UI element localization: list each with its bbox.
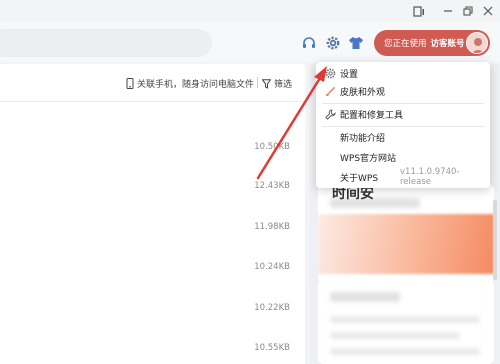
title-bar xyxy=(0,0,500,22)
account-status-label: 您正在使用 xyxy=(384,39,427,49)
file-size: 10.22KB xyxy=(254,303,290,313)
filter-label: 筛选 xyxy=(274,80,293,90)
skin-shirt-icon[interactable] xyxy=(347,34,365,52)
menu-item-official-site[interactable]: WPS官方网站 xyxy=(316,148,490,166)
minimize-button[interactable] xyxy=(440,3,456,19)
menu-item-skin[interactable]: 皮肤和外观 xyxy=(316,82,490,100)
filter-icon xyxy=(262,78,271,89)
phone-icon xyxy=(126,78,134,89)
wrench-icon xyxy=(324,108,336,120)
menu-item-label: WPS官方网站 xyxy=(340,153,397,164)
gear-icon[interactable] xyxy=(324,34,342,52)
headset-icon[interactable] xyxy=(300,34,318,52)
filter-button[interactable]: 筛选 xyxy=(262,77,292,90)
info-line-blur xyxy=(330,348,480,355)
info-title-blur xyxy=(330,292,400,302)
link-phone-label: 关联手机，随身访问电脑文件 xyxy=(137,80,255,90)
account-type-label: 访客账号 xyxy=(430,39,465,49)
link-phone-button[interactable]: 关联手机，随身访问电脑文件 xyxy=(126,77,254,90)
file-size: 12.43KB xyxy=(254,181,290,191)
menu-item-repair-tools[interactable]: 配置和修复工具 xyxy=(316,105,490,123)
menu-item-about[interactable]: 关于WPS v11.1.0.9740-release xyxy=(316,167,490,187)
menu-item-label: 皮肤和外观 xyxy=(340,87,386,98)
menu-item-label: 关于WPS xyxy=(340,173,379,184)
gear-icon xyxy=(324,67,336,79)
scrollbar[interactable] xyxy=(493,200,497,280)
search-input[interactable] xyxy=(0,29,212,57)
version-label: v11.1.0.9740-release xyxy=(400,167,460,187)
file-size: 10.24KB xyxy=(254,262,290,272)
toolbar-divider xyxy=(257,77,258,88)
menu-item-new-features[interactable]: 新功能介绍 xyxy=(316,128,490,146)
info-card[interactable] xyxy=(318,280,494,364)
menu-item-label: 新功能介绍 xyxy=(340,133,386,144)
file-size: 10.50KB xyxy=(254,142,290,152)
brush-icon xyxy=(324,85,336,97)
close-button[interactable] xyxy=(480,3,496,19)
account-button[interactable]: 您正在使用 访客账号 xyxy=(374,30,490,56)
settings-menu: 设置 皮肤和外观 配置和修复工具 新功能介绍 WPS官方网站 关于WPS v11… xyxy=(316,62,490,188)
info-line-blur xyxy=(330,316,480,323)
menu-item-label: 配置和修复工具 xyxy=(340,110,404,121)
file-size: 10.55KB xyxy=(254,343,290,353)
menu-divider xyxy=(322,103,484,104)
tablet-mode-icon[interactable] xyxy=(411,3,427,19)
restore-button[interactable] xyxy=(460,3,476,19)
file-list-panel: 关联手机，随身访问电脑文件 筛选 10.50KB 12.43KB 11.98KB… xyxy=(0,64,305,364)
menu-item-settings[interactable]: 设置 xyxy=(316,64,490,82)
menu-divider xyxy=(322,126,484,127)
promo-banner xyxy=(318,214,494,274)
file-toolbar: 关联手机，随身访问电脑文件 筛选 xyxy=(0,64,305,102)
menu-item-label: 设置 xyxy=(340,69,359,80)
file-size: 11.98KB xyxy=(254,222,290,232)
top-bar: 您正在使用 访客账号 xyxy=(0,22,500,62)
avatar[interactable] xyxy=(466,32,488,54)
info-line-blur xyxy=(330,332,460,339)
